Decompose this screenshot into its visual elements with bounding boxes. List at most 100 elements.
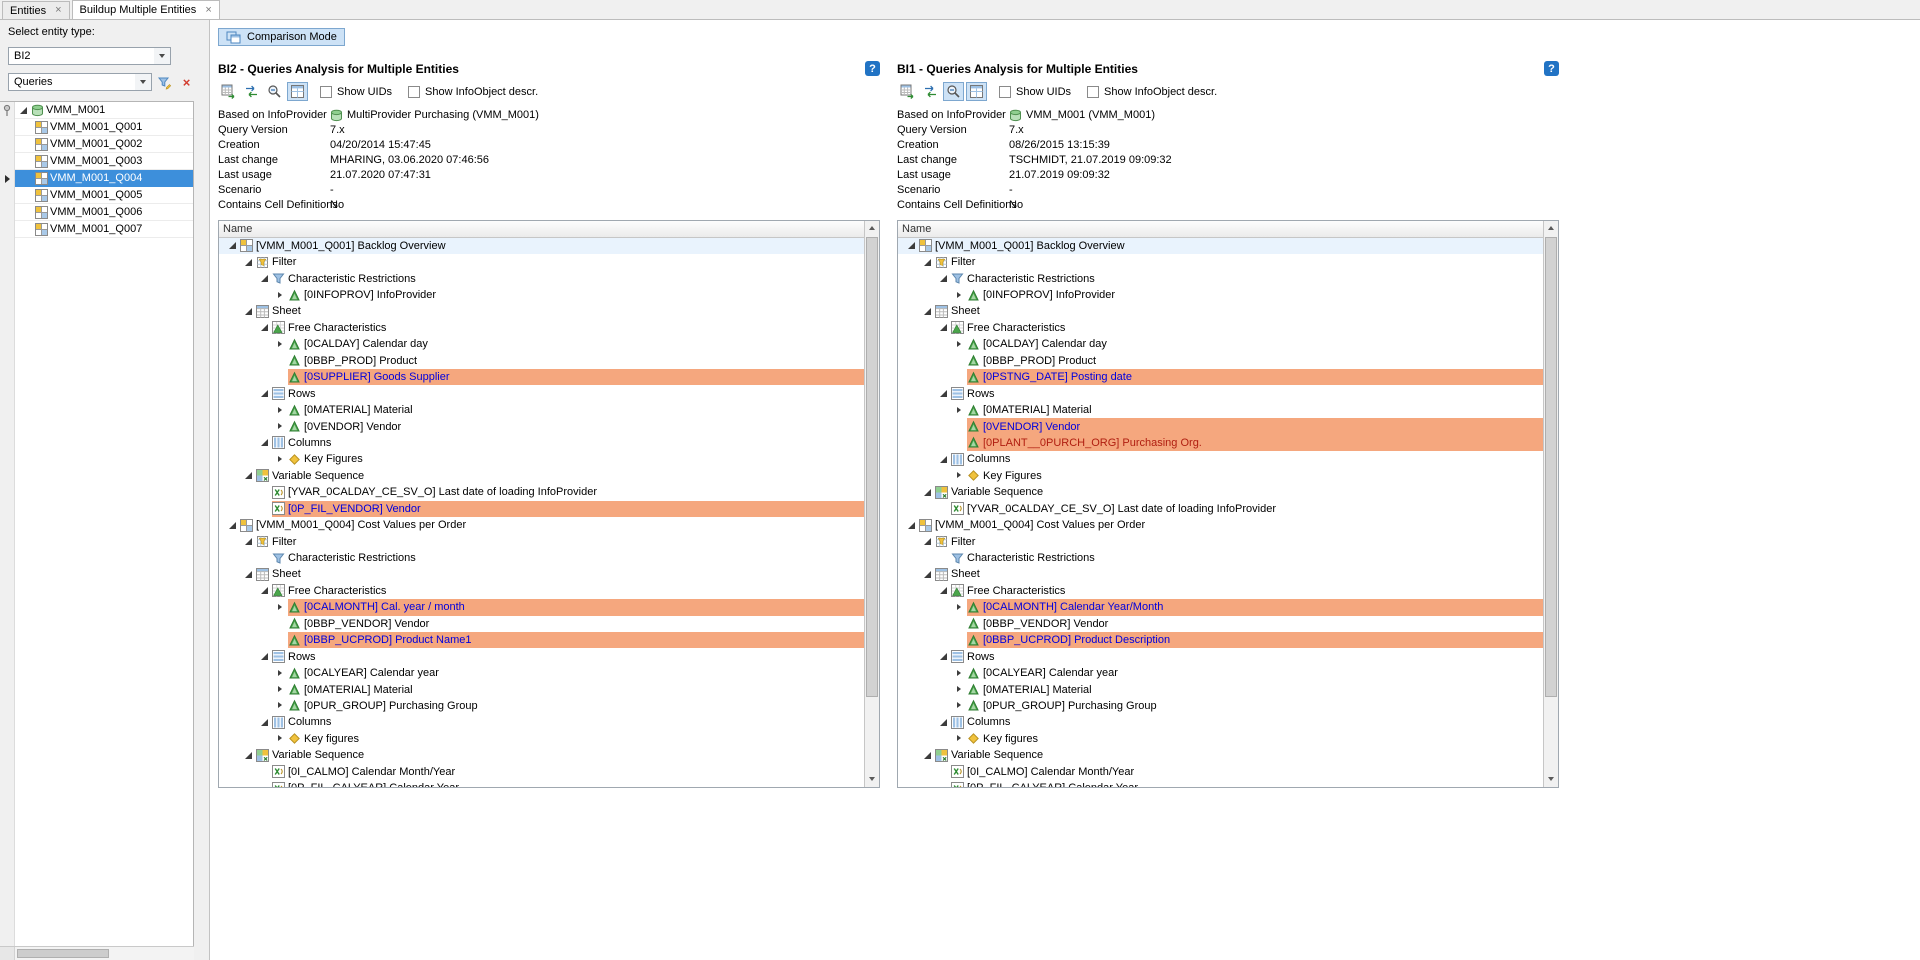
tree-node[interactable]: [0CALYEAR] Calendar year <box>898 665 1543 681</box>
tree-node[interactable]: Free Characteristics <box>219 320 864 336</box>
tree-node[interactable]: Variable Sequence <box>219 468 864 484</box>
tree-node[interactable]: [0PSTNG_DATE] Posting date <box>898 369 1543 385</box>
tree-node[interactable]: Sheet <box>219 566 864 582</box>
vertical-scrollbar[interactable] <box>1543 221 1558 787</box>
tree-node[interactable]: Free Characteristics <box>898 320 1543 336</box>
grid-export-button[interactable] <box>218 82 239 101</box>
entity-tree-root[interactable]: VMM_M001 <box>15 102 193 119</box>
zoom-button[interactable] <box>264 82 285 101</box>
entity-item[interactable]: VMM_M001_Q005 <box>15 187 193 204</box>
tree-node[interactable]: [VMM_M001_Q001] Backlog Overview <box>898 238 1543 254</box>
tree-node[interactable]: Characteristic Restrictions <box>898 270 1543 286</box>
entity-item[interactable]: VMM_M001_Q003 <box>15 153 193 170</box>
expand-icon[interactable] <box>954 338 967 351</box>
tree-node[interactable]: Key figures <box>898 731 1543 747</box>
grid-layout-button[interactable] <box>966 82 987 101</box>
checkbox-box[interactable] <box>1087 86 1099 98</box>
collapse-icon[interactable] <box>259 387 272 400</box>
collapse-icon[interactable] <box>906 519 919 532</box>
scroll-up-icon[interactable] <box>865 221 879 236</box>
collapse-icon[interactable] <box>938 716 951 729</box>
tree-node[interactable]: [0MATERIAL] Material <box>898 681 1543 697</box>
tree-node[interactable]: [0I_CALMO] Calendar Month/Year <box>219 764 864 780</box>
tree-node[interactable]: Characteristic Restrictions <box>219 270 864 286</box>
tree-node[interactable]: Rows <box>219 385 864 401</box>
expand-icon[interactable] <box>954 699 967 712</box>
collapse-icon[interactable] <box>259 584 272 597</box>
tree-node[interactable]: [0INFOPROV] InfoProvider <box>898 287 1543 303</box>
name-column-header[interactable]: Name <box>219 221 864 238</box>
collapse-icon[interactable] <box>243 568 256 581</box>
grid-export-button[interactable] <box>897 82 918 101</box>
entity-item[interactable]: VMM_M001_Q007 <box>15 221 193 238</box>
collapse-icon[interactable] <box>243 305 256 318</box>
tree-node[interactable]: Filter <box>898 254 1543 270</box>
scrollbar-track[interactable] <box>865 236 879 772</box>
collapse-icon[interactable] <box>243 469 256 482</box>
tree-node[interactable]: Characteristic Restrictions <box>219 550 864 566</box>
collapse-icon[interactable] <box>922 305 935 318</box>
tree-node[interactable]: [VMM_M001_Q001] Backlog Overview <box>219 238 864 254</box>
tree-node[interactable]: [0INFOPROV] InfoProvider <box>219 287 864 303</box>
expand-icon[interactable] <box>275 699 288 712</box>
tree-node[interactable]: Characteristic Restrictions <box>898 550 1543 566</box>
collapse-icon[interactable] <box>243 535 256 548</box>
zoom-button[interactable] <box>943 82 964 101</box>
show-infoobject-descr-checkbox[interactable]: Show InfoObject descr. <box>408 86 538 98</box>
tree-node[interactable]: Columns <box>898 714 1543 730</box>
tree-node[interactable]: [0BBP_PROD] Product <box>898 353 1543 369</box>
expand-icon[interactable] <box>275 289 288 302</box>
collapse-icon[interactable] <box>922 486 935 499</box>
tree-node[interactable]: Columns <box>219 435 864 451</box>
help-icon[interactable]: ? <box>1544 61 1559 76</box>
collapse-icon[interactable] <box>922 256 935 269</box>
tree-node[interactable]: Key Figures <box>219 451 864 467</box>
tree-node[interactable]: [0P_FIL_CALYEAR] Calendar Year <box>219 780 864 787</box>
collapse-icon[interactable] <box>922 568 935 581</box>
collapse-icon[interactable] <box>922 535 935 548</box>
tree-node[interactable]: Key figures <box>219 731 864 747</box>
name-column-header[interactable]: Name <box>898 221 1543 238</box>
tree-node[interactable]: Filter <box>219 533 864 549</box>
close-icon[interactable]: × <box>205 5 211 16</box>
scroll-down-icon[interactable] <box>1544 772 1558 787</box>
tree-node[interactable]: Filter <box>219 254 864 270</box>
collapse-icon[interactable] <box>938 387 951 400</box>
entity-type-select[interactable]: BI2 <box>8 47 171 65</box>
scrollbar-thumb[interactable] <box>1545 237 1557 698</box>
tree-node[interactable]: [YVAR_0CALDAY_CE_SV_O] Last date of load… <box>898 501 1543 517</box>
transfer-differences-button[interactable] <box>241 82 262 101</box>
tree-node[interactable]: [0BBP_PROD] Product <box>219 353 864 369</box>
tab-buildup-multiple-entities[interactable]: Buildup Multiple Entities × <box>72 0 220 19</box>
expand-icon[interactable] <box>18 104 31 117</box>
collapse-icon[interactable] <box>906 239 919 252</box>
tree-node[interactable]: Rows <box>898 648 1543 664</box>
collapse-icon[interactable] <box>938 650 951 663</box>
expand-icon[interactable] <box>275 404 288 417</box>
clear-filter-button[interactable]: × <box>177 73 196 91</box>
tree-node[interactable]: [0CALDAY] Calendar day <box>219 336 864 352</box>
tree-node[interactable]: [0SUPPLIER] Goods Supplier <box>219 369 864 385</box>
tree-node[interactable]: [0PLANT__0PURCH_ORG] Purchasing Org. <box>898 435 1543 451</box>
expand-icon[interactable] <box>954 683 967 696</box>
horizontal-scrollbar[interactable] <box>0 946 194 960</box>
tree-node[interactable]: Columns <box>219 714 864 730</box>
category-select[interactable]: Queries <box>8 73 152 91</box>
collapse-icon[interactable] <box>938 272 951 285</box>
tree-node[interactable]: [0BBP_VENDOR] Vendor <box>898 616 1543 632</box>
tree-node[interactable]: Rows <box>219 648 864 664</box>
expand-icon[interactable] <box>954 289 967 302</box>
tree-node[interactable]: [0BBP_UCPROD] Product Description <box>898 632 1543 648</box>
scrollbar-track[interactable] <box>1544 236 1558 772</box>
tree-node[interactable]: Rows <box>898 385 1543 401</box>
collapse-icon[interactable] <box>259 716 272 729</box>
tree-node[interactable]: [VMM_M001_Q004] Cost Values per Order <box>898 517 1543 533</box>
comparison-mode-button[interactable]: Comparison Mode <box>218 28 345 46</box>
tree-node[interactable]: [0CALYEAR] Calendar year <box>219 665 864 681</box>
expand-icon[interactable] <box>954 732 967 745</box>
tree-node[interactable]: Variable Sequence <box>898 484 1543 500</box>
tree-node[interactable]: Columns <box>898 451 1543 467</box>
checkbox-box[interactable] <box>999 86 1011 98</box>
expand-icon[interactable] <box>954 601 967 614</box>
entity-item[interactable]: VMM_M001_Q006 <box>15 204 193 221</box>
